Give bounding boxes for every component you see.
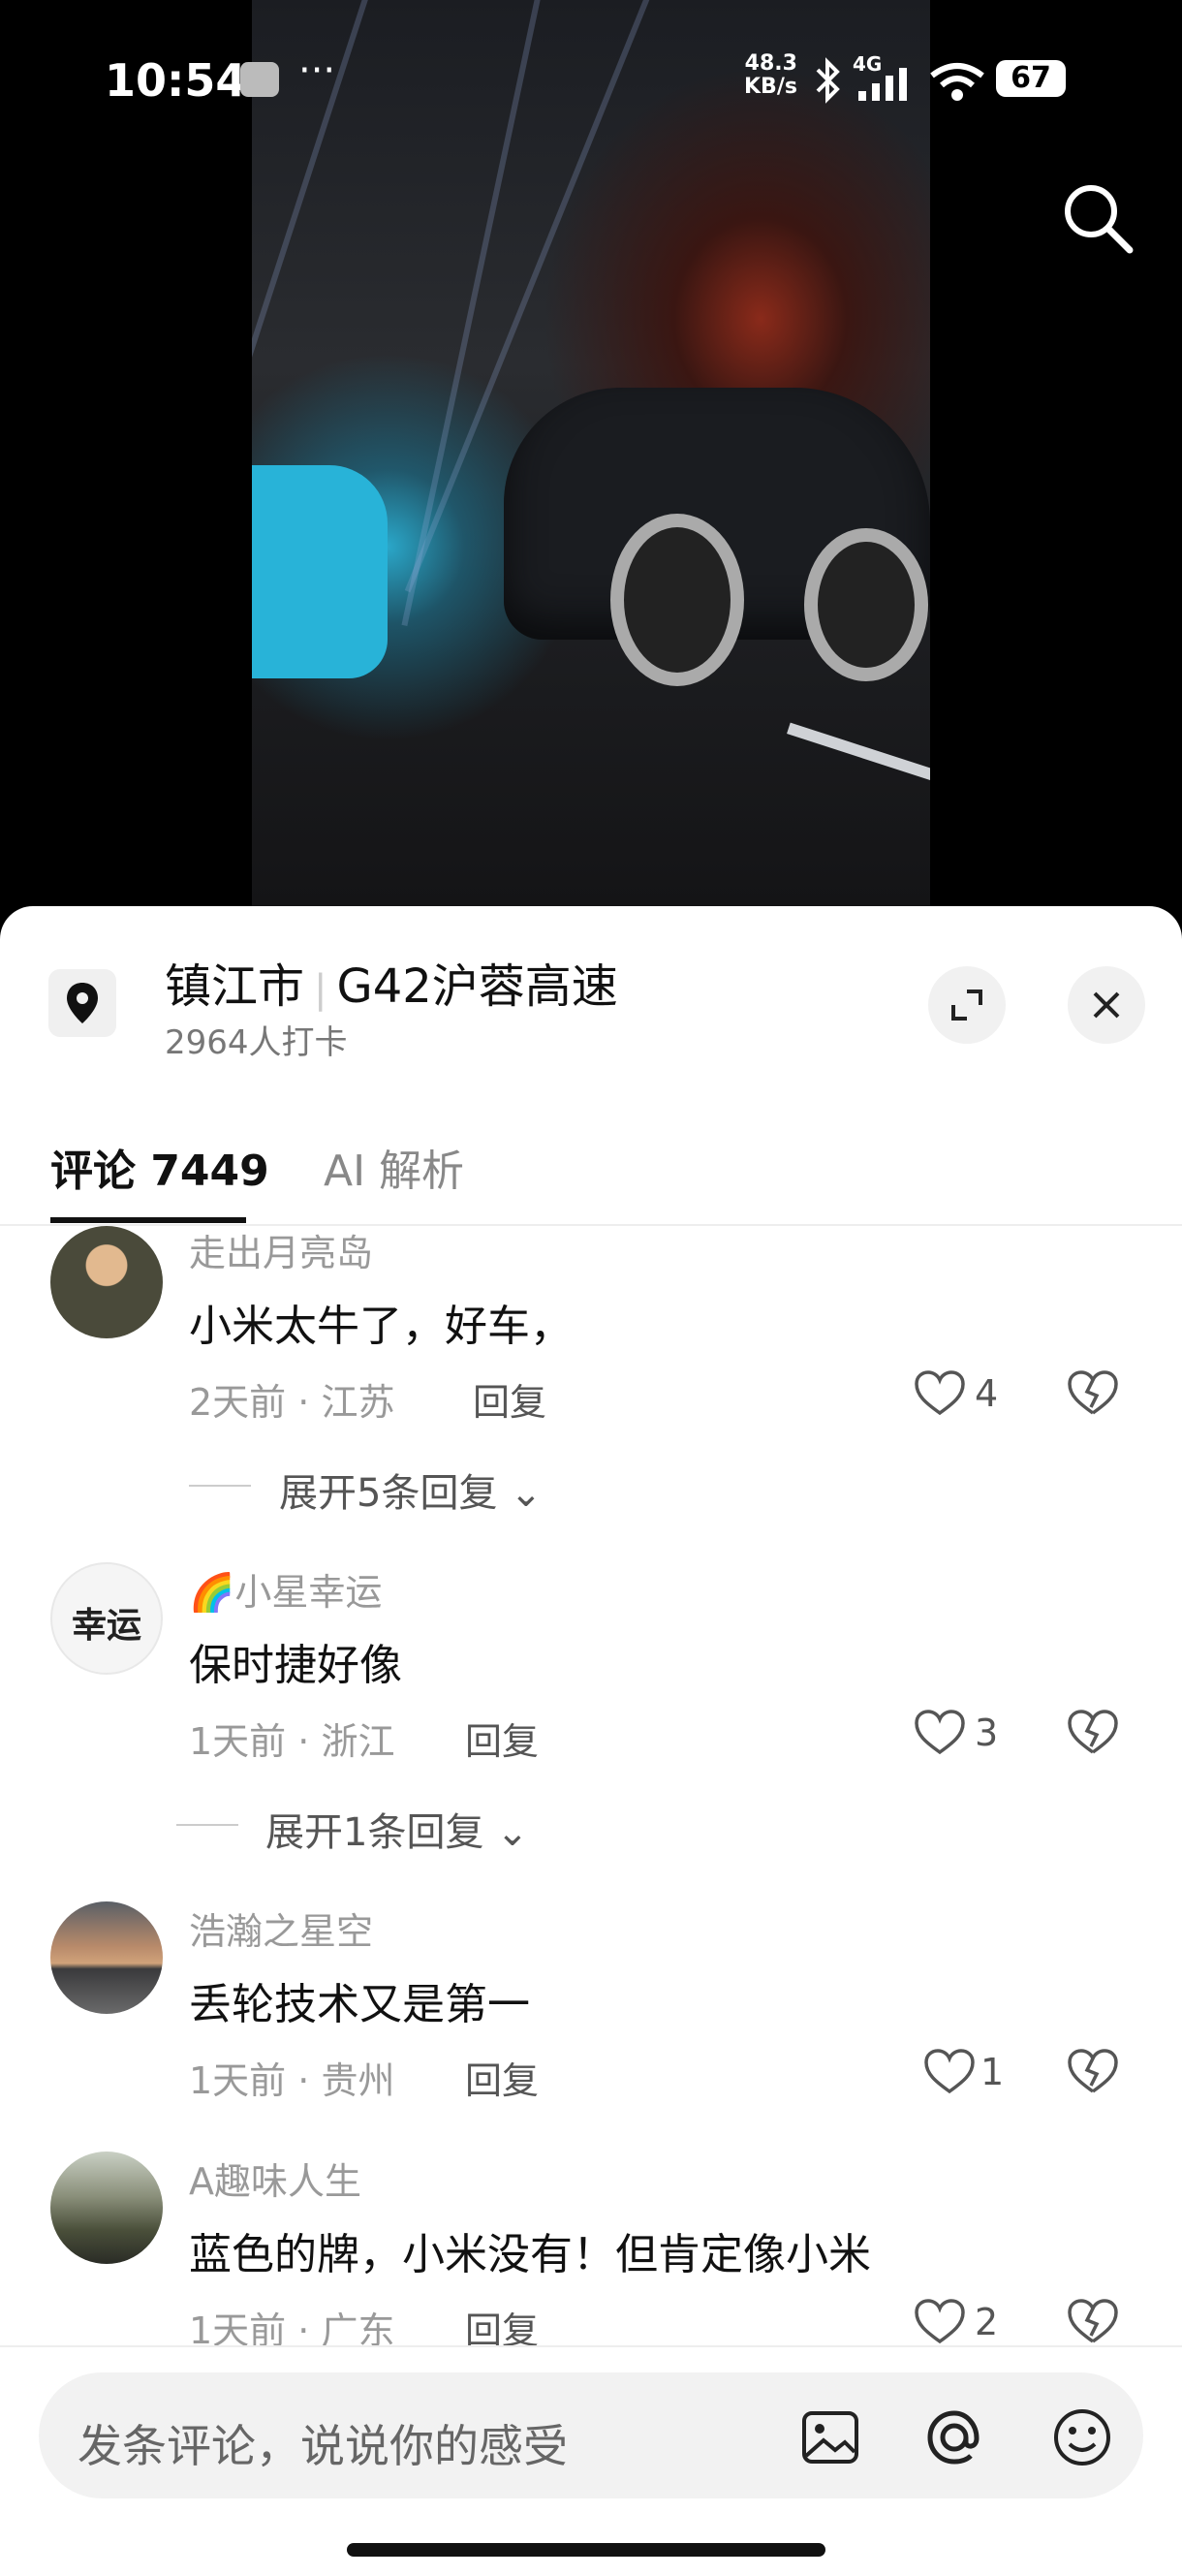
battery-indicator: 67 bbox=[996, 60, 1066, 97]
dislike-heart-icon[interactable] bbox=[1066, 1708, 1120, 1758]
tab-comments[interactable]: 评论 7449 bbox=[50, 1136, 269, 1198]
dislike-heart-icon[interactable] bbox=[1066, 2047, 1120, 2097]
comment-region: 江苏 bbox=[321, 1381, 395, 1424]
tab-ai-analysis[interactable]: AI 解析 bbox=[324, 1136, 464, 1198]
avatar[interactable] bbox=[50, 1226, 163, 1338]
comment-meta: 1天前 · 贵州 bbox=[189, 2059, 395, 2102]
reply-button[interactable]: 回复 bbox=[473, 1372, 546, 1426]
car-wheel bbox=[610, 514, 744, 686]
comment-time: 1天前 bbox=[189, 2059, 287, 2102]
expand-icon bbox=[951, 990, 982, 1021]
app-notification-icon bbox=[240, 62, 279, 97]
comment-username[interactable]: 浩瀚之星空 bbox=[189, 1901, 373, 1955]
comment-meta: 2天前 · 江苏 bbox=[189, 1381, 395, 1424]
reply-button[interactable]: 回复 bbox=[465, 1712, 539, 1765]
wifi-icon bbox=[930, 63, 984, 101]
lane-marking bbox=[787, 722, 930, 782]
location-road: G42沪蓉高速 bbox=[336, 959, 618, 1014]
comment-time: 2天前 bbox=[189, 1381, 287, 1424]
close-button[interactable] bbox=[1068, 966, 1145, 1044]
avatar[interactable] bbox=[50, 2152, 163, 2264]
chevron-down-icon: ⌄ bbox=[496, 1810, 529, 1855]
comment-input-placeholder: 发条评论，说说你的感受 bbox=[78, 2420, 568, 2472]
like-heart-icon[interactable] bbox=[913, 1708, 967, 1758]
like-count: 3 bbox=[975, 1712, 999, 1754]
status-time: 10:54 bbox=[105, 54, 247, 107]
chevron-down-icon: ⌄ bbox=[510, 1471, 543, 1516]
location-city: 镇江市 bbox=[165, 959, 305, 1014]
avatar[interactable]: 幸运 bbox=[50, 1562, 163, 1675]
comment-username[interactable]: A趣味人生 bbox=[189, 2152, 361, 2205]
location-pin-icon bbox=[48, 969, 116, 1037]
comment-text: 小米太牛了，好车， bbox=[189, 1302, 573, 1351]
mention-icon[interactable] bbox=[920, 2403, 988, 2471]
comment-text: 蓝色的牌，小米没有！但肯定像小米 bbox=[189, 2230, 871, 2279]
checkin-count: 2964人打卡 bbox=[165, 1023, 348, 1062]
tabs-divider bbox=[0, 1224, 1182, 1226]
expand-replies[interactable]: 展开1条回复 ⌄ bbox=[265, 1801, 529, 1857]
search-icon[interactable] bbox=[1054, 174, 1141, 262]
bluetooth-icon bbox=[816, 57, 840, 104]
comment-username[interactable]: 🌈小星幸运 bbox=[189, 1562, 382, 1616]
dislike-heart-icon[interactable] bbox=[1066, 2297, 1120, 2347]
like-heart-icon[interactable] bbox=[922, 2047, 977, 2097]
avatar[interactable] bbox=[50, 1901, 163, 2014]
location-title[interactable]: 镇江市 | G42沪蓉高速 bbox=[165, 948, 618, 1016]
title-separator: | bbox=[314, 967, 327, 1012]
like-count: 4 bbox=[975, 1372, 999, 1415]
dislike-heart-icon[interactable] bbox=[1066, 1368, 1120, 1419]
avatar-lettering: 幸运 bbox=[71, 1605, 141, 1646]
like-count: 2 bbox=[975, 2301, 999, 2343]
comment-text: 丢轮技术又是第一 bbox=[189, 1980, 530, 2029]
expand-replies-label: 展开5条回复 bbox=[279, 1471, 498, 1516]
comment-username[interactable]: 走出月亮岛 bbox=[189, 1223, 373, 1276]
reply-button[interactable]: 回复 bbox=[465, 2051, 539, 2104]
expand-line bbox=[176, 1824, 238, 1826]
like-heart-icon[interactable] bbox=[913, 1368, 967, 1419]
comment-region: 浙江 bbox=[321, 1720, 395, 1763]
net-speed: 48.3 KB/s bbox=[744, 52, 797, 99]
emoji-icon[interactable] bbox=[1048, 2403, 1116, 2471]
net-speed-value: 48.3 bbox=[744, 51, 797, 76]
net-speed-unit: KB/s bbox=[744, 75, 797, 99]
status-bar: 10:54 ··· 48.3 KB/s 4G 67 bbox=[0, 0, 1182, 165]
comment-region: 贵州 bbox=[321, 2059, 395, 2102]
expand-line bbox=[189, 1485, 251, 1487]
home-indicator[interactable] bbox=[347, 2543, 825, 2557]
comment-text: 保时捷好像 bbox=[189, 1641, 402, 1690]
comment-time: 1天前 bbox=[189, 1720, 287, 1763]
expand-replies-label: 展开1条回复 bbox=[265, 1810, 484, 1855]
signal-icon bbox=[858, 68, 907, 101]
expand-replies[interactable]: 展开5条回复 ⌄ bbox=[279, 1461, 543, 1518]
image-icon[interactable] bbox=[796, 2403, 864, 2471]
blue-car bbox=[252, 465, 388, 678]
car-wheel bbox=[804, 528, 928, 681]
like-count: 1 bbox=[980, 2051, 1005, 2093]
expand-button[interactable] bbox=[928, 966, 1006, 1044]
more-dots-icon: ··· bbox=[298, 48, 336, 93]
comment-meta: 1天前 · 浙江 bbox=[189, 1720, 395, 1763]
like-heart-icon[interactable] bbox=[913, 2297, 967, 2347]
close-icon bbox=[1093, 991, 1120, 1019]
